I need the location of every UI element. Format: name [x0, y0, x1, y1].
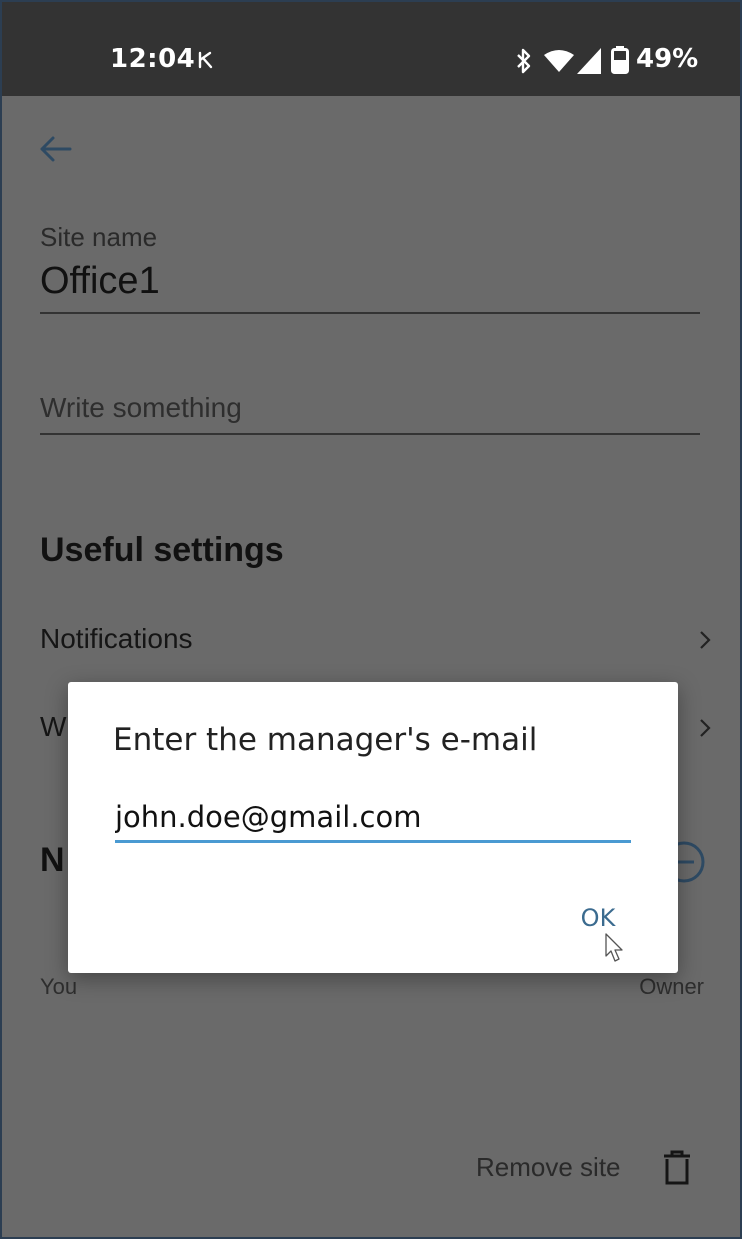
member-name: You	[40, 974, 78, 999]
manager-email-input[interactable]	[115, 796, 631, 838]
k-keyboard-icon	[198, 51, 213, 69]
battery-percentage: 49%	[636, 44, 699, 74]
remove-site-label: Remove site	[476, 1152, 621, 1182]
description-underline	[40, 433, 700, 435]
trash-icon	[664, 1150, 690, 1185]
site-settings-screen: Site name Office1 Write something Useful…	[2, 96, 740, 1237]
site-name-label: Site name	[40, 222, 158, 252]
settings-item-label: Notifications	[40, 623, 193, 654]
remove-site-button[interactable]: Remove site	[476, 1150, 706, 1190]
battery-icon	[611, 46, 629, 74]
cellular-signal-icon	[577, 48, 601, 74]
dialog-title: Enter the manager's e-mail	[113, 722, 538, 758]
mouse-pointer-icon	[605, 933, 623, 962]
description-input[interactable]: Write something	[40, 392, 242, 424]
site-name-input[interactable]: Office1	[40, 260, 160, 303]
members-heading: N	[40, 841, 65, 879]
status-time: 12:04	[110, 44, 196, 74]
bluetooth-icon	[517, 48, 531, 74]
site-name-underline	[40, 312, 700, 314]
wifi-icon	[544, 50, 574, 72]
email-input-underline	[115, 840, 631, 843]
settings-item-notifications[interactable]: Notifications	[40, 623, 712, 663]
chevron-right-icon	[700, 631, 711, 649]
status-bar: 12:04 49%	[2, 2, 740, 96]
manager-email-dialog: Enter the manager's e-mail OK	[68, 682, 678, 973]
chevron-right-icon	[700, 719, 711, 737]
member-role: Owner	[639, 974, 704, 999]
useful-settings-heading: Useful settings	[40, 531, 284, 569]
phone-screen: 12:04 49% Site name Office1 Write someth…	[0, 0, 742, 1239]
back-arrow-icon[interactable]	[38, 134, 72, 164]
settings-item-label: W	[40, 711, 67, 742]
